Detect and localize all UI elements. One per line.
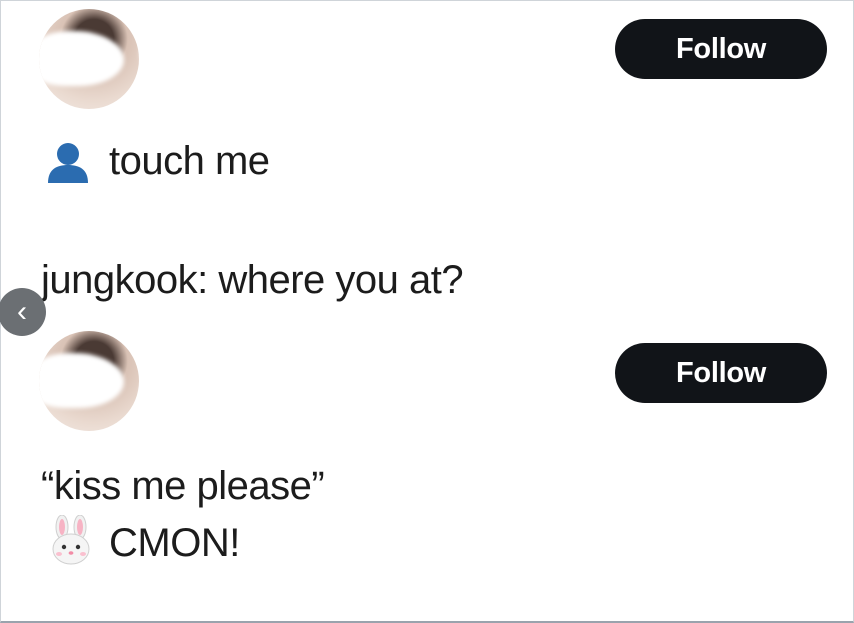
username-redaction — [141, 369, 441, 417]
rabbit-face-icon — [52, 515, 90, 565]
chevron-left-icon[interactable]: ‹ — [0, 288, 46, 336]
post-quote: “kiss me please” — [41, 464, 325, 508]
post-text: jungkook: where you at? — [41, 258, 464, 302]
avatar[interactable] — [39, 9, 139, 109]
avatar[interactable] — [39, 331, 139, 431]
post-text: CMON! — [109, 521, 240, 565]
bust-in-silhouette-icon — [48, 143, 88, 183]
follow-button[interactable]: Follow — [615, 19, 827, 79]
post-text: touch me — [109, 139, 270, 183]
redaction-blur — [39, 31, 124, 86]
follow-button[interactable]: Follow — [615, 343, 827, 403]
screenshot-frame: Follow touch me jungkook: where you at? … — [0, 0, 854, 623]
username-redaction — [141, 29, 401, 77]
redaction-blur — [39, 353, 124, 408]
